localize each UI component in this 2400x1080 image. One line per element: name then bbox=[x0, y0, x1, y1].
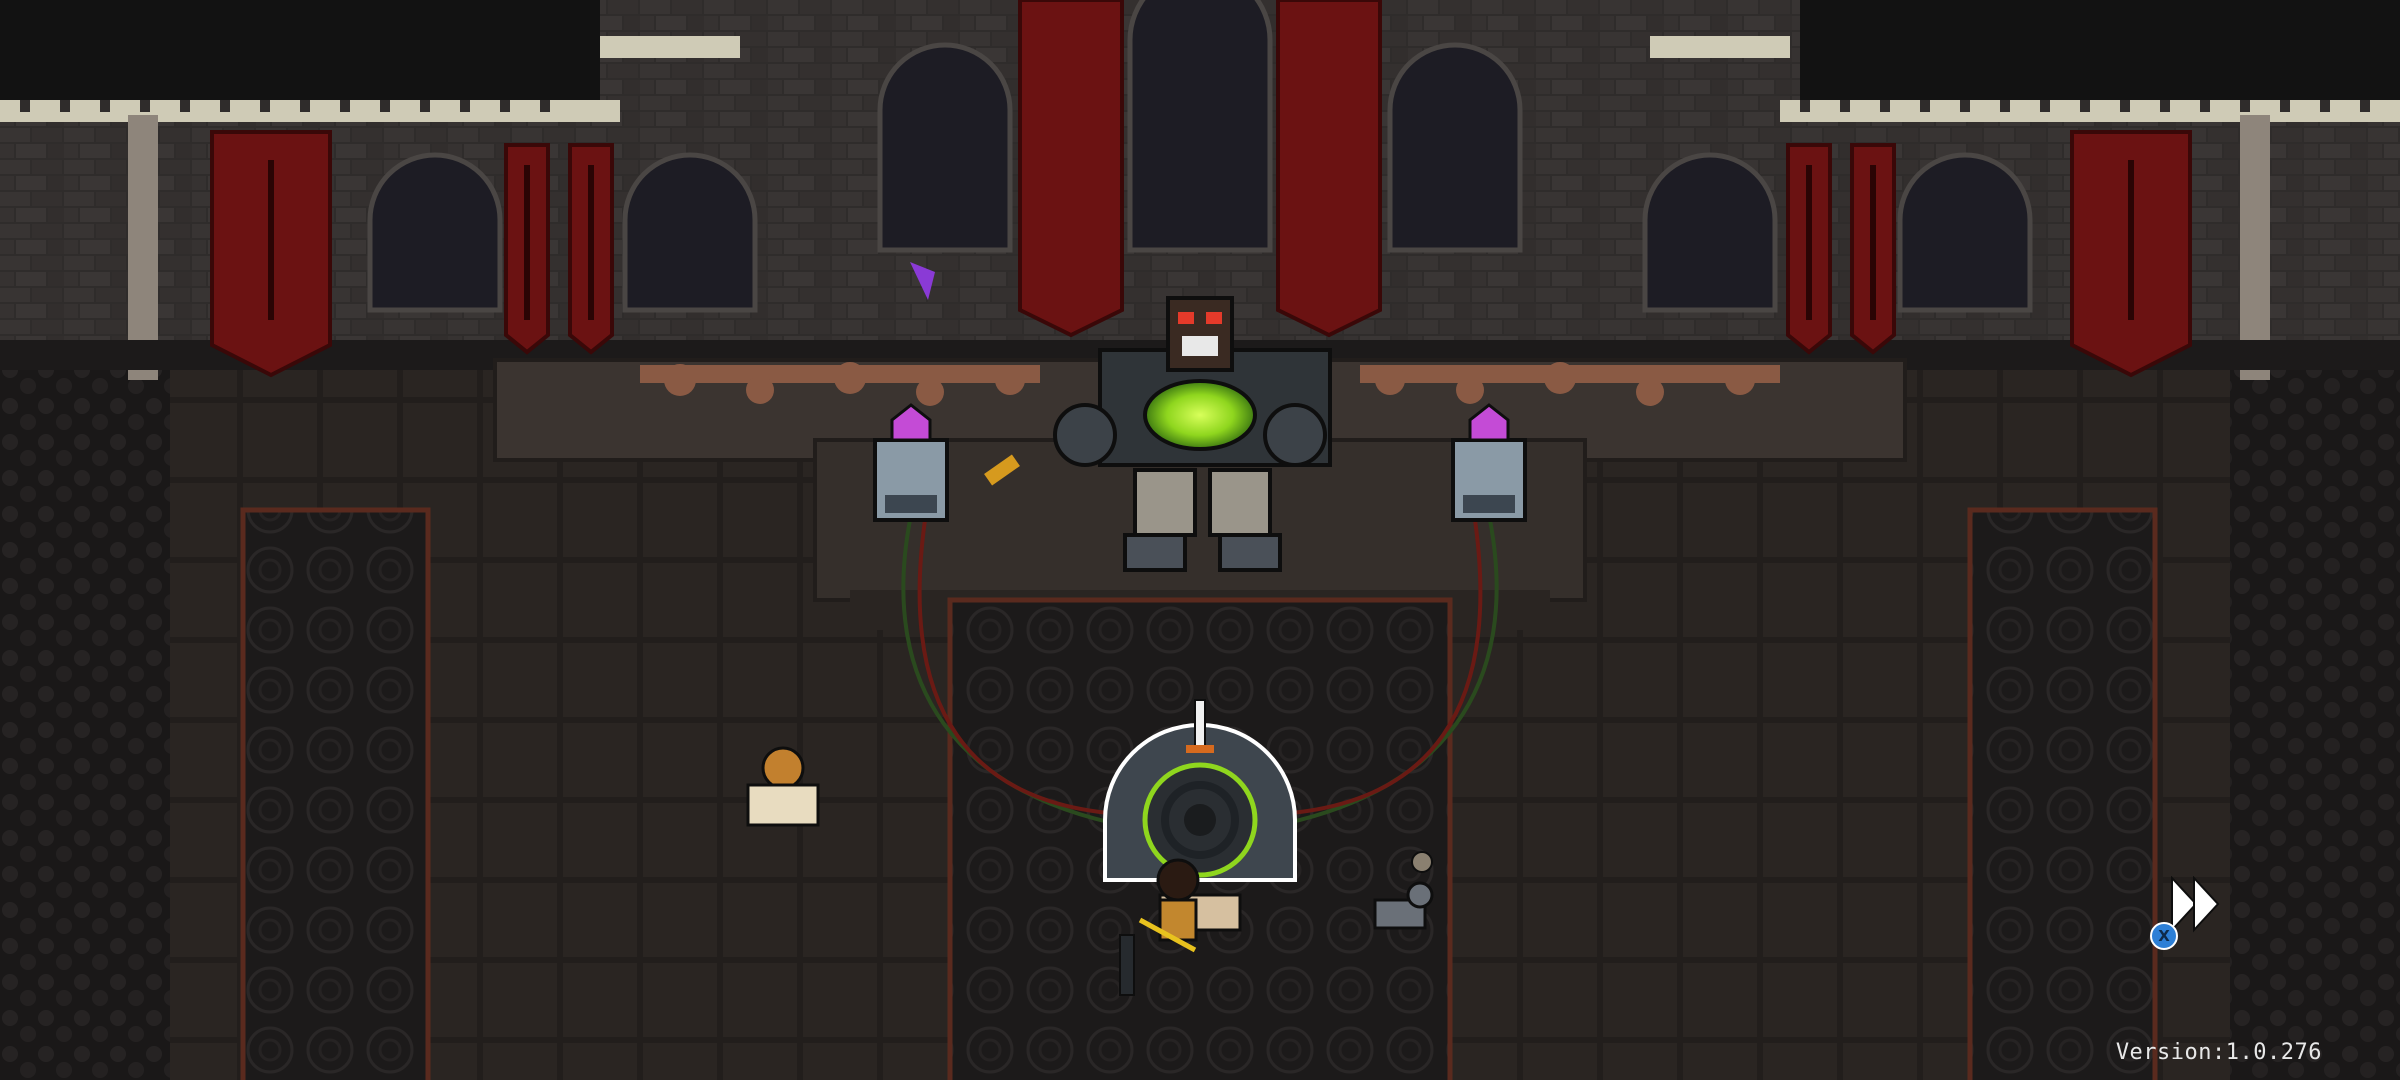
skip-cutscene-button[interactable]: X bbox=[2150, 875, 2230, 956]
x-button-icon: X bbox=[2150, 922, 2178, 950]
x-button-glyph: X bbox=[2158, 927, 2170, 945]
version-label: Version:1.0.276 bbox=[2115, 1040, 2322, 1065]
game-scene bbox=[0, 0, 2400, 1080]
